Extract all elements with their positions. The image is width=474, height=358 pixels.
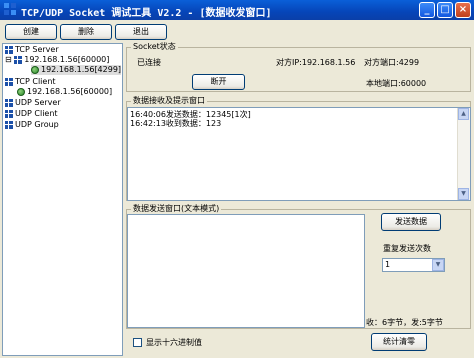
hex-label: 显示十六进制值 bbox=[146, 338, 202, 347]
connection-state: 已连接 bbox=[137, 58, 161, 67]
window-title: TCP/UDP Socket 调试工具 V2.2 - [数据收发窗口] bbox=[21, 8, 272, 19]
hex-checkbox[interactable] bbox=[133, 338, 142, 347]
send-data-button[interactable]: 发送数据 bbox=[381, 213, 441, 231]
collapse-icon[interactable]: ⊟ bbox=[5, 55, 12, 64]
repeat-count-select[interactable]: 1 ▼ bbox=[382, 258, 445, 272]
receive-textarea[interactable]: 16:40:06发送数据：12345[1次] 16:42:13收到数据：123 … bbox=[127, 107, 471, 201]
receive-title: 数据接收及提示窗口 bbox=[131, 96, 207, 106]
title-bar[interactable]: TCP/UDP Socket 调试工具 V2.2 - [数据收发窗口] _ □ … bbox=[0, 0, 474, 20]
tree-node-tcp-client[interactable]: TCP Client bbox=[5, 77, 56, 87]
remote-ip: 对方IP:192.168.1.56 bbox=[276, 58, 356, 67]
receive-scrollbar[interactable]: ▲ ▼ bbox=[457, 108, 470, 200]
server-icon bbox=[5, 45, 13, 54]
tree-node-tcp-server-listener[interactable]: ⊟ 192.168.1.56[60000] bbox=[5, 55, 109, 65]
remote-port: 对方端口:4299 bbox=[364, 58, 420, 67]
minimize-button[interactable]: _ bbox=[419, 2, 435, 18]
client-icon bbox=[5, 77, 13, 86]
disconnect-button[interactable]: 断开 bbox=[192, 74, 245, 90]
scroll-down-icon[interactable]: ▼ bbox=[458, 188, 469, 200]
repeat-count-label: 重复发送次数 bbox=[383, 244, 431, 253]
listener-icon bbox=[14, 55, 23, 64]
send-textarea[interactable] bbox=[127, 214, 365, 328]
byte-counter: 收：6字节，发:5字节 bbox=[366, 318, 443, 327]
tree-node-udp-server[interactable]: UDP Server bbox=[5, 98, 61, 108]
tree-node-tcp-server[interactable]: TCP Server bbox=[5, 45, 59, 55]
clear-stats-button[interactable]: 统计清零 bbox=[371, 333, 427, 351]
socket-tree[interactable]: TCP Server ⊟ 192.168.1.56[60000] 192.168… bbox=[2, 43, 123, 356]
repeat-count-value: 1 bbox=[385, 260, 391, 269]
tree-node-tcp-server-connection[interactable]: 192.168.1.56[4299] bbox=[31, 65, 122, 75]
maximize-button[interactable]: □ bbox=[437, 2, 453, 18]
client-icon bbox=[5, 109, 13, 118]
group-icon bbox=[5, 120, 13, 129]
receive-line: 16:42:13收到数据：123 bbox=[130, 119, 222, 128]
tree-node-udp-client[interactable]: UDP Client bbox=[5, 109, 58, 119]
app-icon bbox=[4, 3, 17, 16]
create-button[interactable]: 创建 bbox=[5, 24, 57, 40]
globe-icon bbox=[31, 65, 39, 74]
chevron-down-icon[interactable]: ▼ bbox=[432, 259, 444, 271]
server-icon bbox=[5, 98, 13, 107]
socket-status-title: Socket状态 bbox=[131, 42, 178, 52]
delete-button[interactable]: 删除 bbox=[60, 24, 112, 40]
globe-icon bbox=[17, 87, 25, 96]
tree-node-udp-group[interactable]: UDP Group bbox=[5, 120, 59, 130]
send-title: 数据发送窗口(文本模式) bbox=[131, 204, 222, 214]
exit-button[interactable]: 退出 bbox=[115, 24, 167, 40]
close-button[interactable]: × bbox=[455, 2, 471, 18]
scroll-up-icon[interactable]: ▲ bbox=[458, 108, 469, 120]
local-port: 本地端口:60000 bbox=[366, 79, 427, 88]
tree-node-tcp-client-connection[interactable]: 192.168.1.56[60000] bbox=[17, 87, 112, 97]
